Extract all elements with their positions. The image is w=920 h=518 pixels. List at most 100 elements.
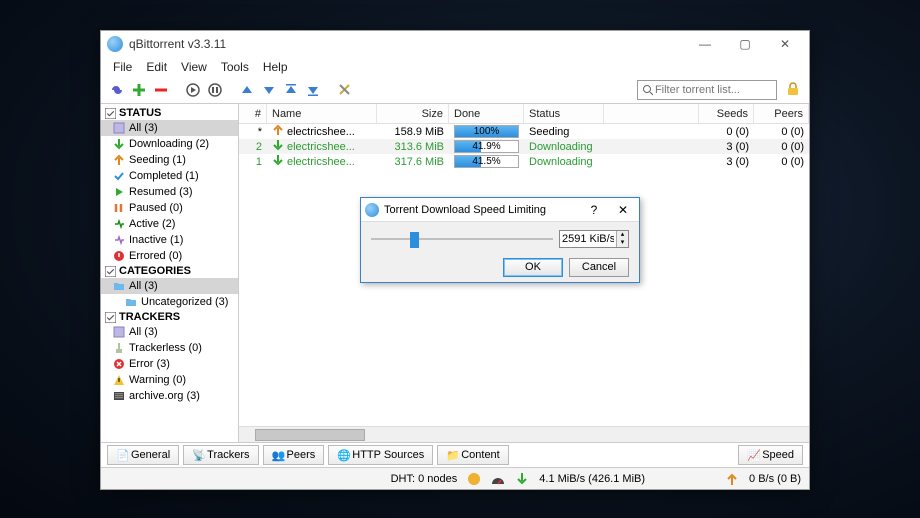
sidebar-category-item[interactable]: All (3) [101,278,238,294]
torrent-row[interactable]: 2electricshee...313.6 MiB41.9%Downloadin… [239,139,809,154]
dialog-titlebar: Torrent Download Speed Limiting ? ✕ [361,198,639,222]
play-icon [113,186,125,198]
col-status: Status [524,104,604,123]
move-top-button[interactable] [281,80,301,100]
speed-limit-icon[interactable] [491,472,505,486]
speed-icon: 📈 [747,449,759,461]
spin-up[interactable]: ▴ [617,231,628,239]
minimize-button[interactable]: — [685,33,725,55]
up-arrow-icon [725,472,739,486]
horizontal-scrollbar[interactable] [239,426,809,442]
maximize-button[interactable]: ▢ [725,33,765,55]
sidebar-tracker-item[interactable]: Trackerless (0) [101,340,238,356]
speed-slider[interactable] [371,230,553,248]
tab-peers[interactable]: 👥Peers [263,445,325,465]
ok-button[interactable]: OK [503,258,563,277]
speed-input[interactable] [560,233,616,245]
sidebar-status-item[interactable]: All (3) [101,120,238,136]
move-down-button[interactable] [259,80,279,100]
tab-trackers[interactable]: 📡Trackers [183,445,258,465]
cancel-button[interactable]: Cancel [569,258,629,277]
status-header[interactable]: STATUS [101,106,238,120]
sidebar-tracker-item[interactable]: All (3) [101,324,238,340]
inactive-icon [113,234,125,246]
sidebar-tracker-item[interactable]: archive.org (3) [101,388,238,404]
title-bar: qBittorrent v3.3.11 — ▢ ✕ [101,31,809,57]
down-icon [113,138,125,150]
tab-speed[interactable]: 📈Speed [738,445,803,465]
sidebar-item-label: Inactive (1) [129,233,183,247]
menu-tools[interactable]: Tools [215,59,255,75]
torrent-row[interactable]: 1electricshee...317.6 MiB41.5%Downloadin… [239,154,809,169]
menu-file[interactable]: File [107,59,138,75]
down-arrow-icon [515,472,529,486]
sidebar-status-item[interactable]: Completed (1) [101,168,238,184]
sidebar-status-item[interactable]: Resumed (3) [101,184,238,200]
active-icon [113,218,125,230]
sidebar-item-label: Active (2) [129,217,175,231]
detail-tabs: 📄General 📡Trackers 👥Peers 🌐HTTP Sources … [101,443,809,467]
spin-down[interactable]: ▾ [617,239,628,247]
add-link-button[interactable] [107,80,127,100]
torrent-size: 317.6 MiB [377,154,449,169]
folder-icon [125,296,137,308]
sidebar-tracker-item[interactable]: Warning (0) [101,372,238,388]
move-bottom-button[interactable] [303,80,323,100]
column-headers[interactable]: # Name Size Done Status Seeds Peers [239,104,809,124]
sidebar-category-item[interactable]: Uncategorized (3) [101,294,238,310]
menu-help[interactable]: Help [257,59,294,75]
categories-header[interactable]: CATEGORIES [101,264,238,278]
menu-view[interactable]: View [175,59,213,75]
torrent-name: electricshee... [287,141,355,153]
sidebar-item-label: All (3) [129,325,158,339]
settings-button[interactable] [335,80,355,100]
info-icon: 📄 [116,449,128,461]
sidebar-item-label: Resumed (3) [129,185,193,199]
progress-bar: 41.9% [454,140,519,153]
sidebar-status-item[interactable]: Seeding (1) [101,152,238,168]
dialog-icon [365,203,379,217]
all-icon [113,326,125,338]
torrent-size: 158.9 MiB [377,124,449,139]
dialog-help-button[interactable]: ? [582,203,606,217]
close-button[interactable]: ✕ [765,33,805,55]
sidebar-status-item[interactable]: Errored (0) [101,248,238,264]
torrent-size: 313.6 MiB [377,139,449,154]
move-up-button[interactable] [237,80,257,100]
speed-spinbox[interactable]: ▴▾ [559,230,629,248]
tab-http[interactable]: 🌐HTTP Sources [328,445,433,465]
up-icon [113,154,125,166]
sidebar-status-item[interactable]: Active (2) [101,216,238,232]
torrent-status: Downloading [524,139,604,154]
dht-status: DHT: 0 nodes [391,473,458,485]
menu-edit[interactable]: Edit [140,59,173,75]
sidebar-status-item[interactable]: Downloading (2) [101,136,238,152]
trackerless-icon [113,342,125,354]
torrent-row[interactable]: *electricshee...158.9 MiB100%Seeding0 (0… [239,124,809,139]
filter-box[interactable] [637,80,777,100]
menu-bar: File Edit View Tools Help [101,57,809,76]
remove-button[interactable] [151,80,171,100]
lock-icon[interactable] [785,81,803,99]
slider-handle[interactable] [410,232,419,248]
tab-general[interactable]: 📄General [107,445,179,465]
sidebar-status-item[interactable]: Paused (0) [101,200,238,216]
start-button[interactable] [183,80,203,100]
globe-icon[interactable] [467,472,481,486]
trackers-header[interactable]: TRACKERS [101,310,238,324]
sidebar-item-label: Seeding (1) [129,153,186,167]
pause-button[interactable] [205,80,225,100]
sidebar-tracker-item[interactable]: Error (3) [101,356,238,372]
add-torrent-button[interactable] [129,80,149,100]
check-icon [113,170,125,182]
up-speed: 0 B/s (0 B) [749,473,801,485]
torrent-seeds: 3 (0) [699,139,754,154]
sidebar-status-item[interactable]: Inactive (1) [101,232,238,248]
sidebar-item-label: Trackerless (0) [129,341,202,355]
toolbar [101,76,809,104]
tab-content[interactable]: 📁Content [437,445,509,465]
col-num: # [239,104,267,123]
filter-input[interactable] [653,83,772,97]
dialog-close-button[interactable]: ✕ [611,203,635,217]
sidebar-item-label: Warning (0) [129,373,186,387]
